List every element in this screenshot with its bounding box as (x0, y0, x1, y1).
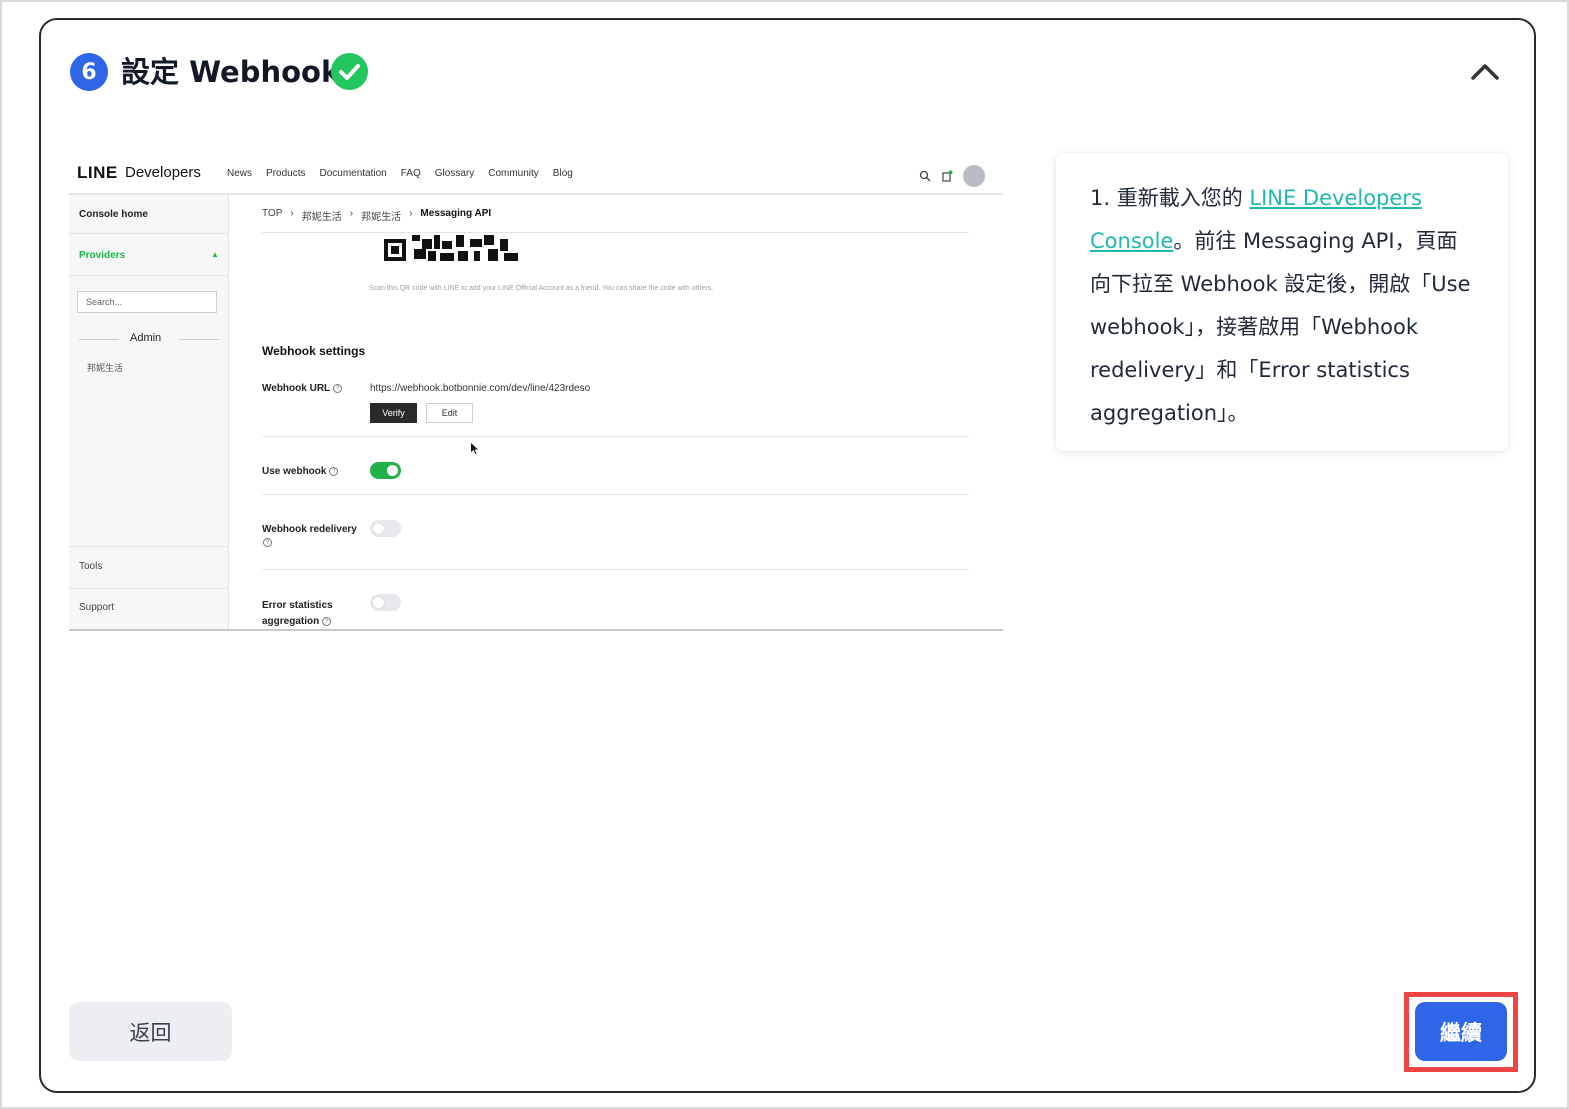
divider (262, 569, 969, 570)
verify-button: Verify (370, 403, 417, 423)
webhook-redelivery-label-text: Webhook redelivery (262, 524, 357, 535)
sidebar-support: Support (79, 602, 115, 613)
divider (79, 339, 119, 340)
error-stats-label-line1: Error statistics (262, 600, 333, 611)
webhook-redelivery-label: Webhook redelivery? (262, 524, 357, 547)
webhook-redelivery-toggle (370, 520, 401, 537)
divider (69, 588, 229, 589)
line-logo: LINE (77, 163, 118, 182)
continue-button[interactable]: 繼續 (1415, 1002, 1507, 1061)
qr-code-image (384, 235, 518, 261)
topbar-icons (919, 165, 985, 187)
breadcrumb-item: TOP (262, 208, 283, 219)
sidebar-console-home: Console home (79, 209, 148, 220)
help-icon: ? (322, 616, 332, 626)
use-webhook-label-text: Use webhook (262, 466, 327, 477)
line-topnav: News Products Documentation FAQ Glossary… (227, 168, 573, 179)
toggle-knob (387, 465, 398, 476)
error-stats-label-line2: aggregation (262, 616, 320, 627)
chevron-right-icon: › (349, 208, 354, 219)
search-icon (919, 170, 931, 182)
webhook-url-value: https://webhook.botbonnie.com/dev/line/4… (370, 383, 591, 394)
sidebar-providers: Providers (79, 250, 126, 261)
avatar (963, 165, 985, 187)
toggle-knob (373, 597, 384, 608)
edit-button: Edit (426, 403, 473, 423)
webhook-url-label: Webhook URL? (262, 383, 343, 394)
chevron-right-icon: › (290, 208, 294, 219)
instruction-prefix: 1. 重新載入您的 (1090, 186, 1250, 210)
nav-community: Community (488, 168, 539, 179)
instruction-panel: 1. 重新載入您的 LINE Developers Console。前往 Mes… (1056, 153, 1508, 451)
use-webhook-label: Use webhook? (262, 466, 339, 477)
sidebar-provider-item: 邦妮生活 (87, 363, 124, 373)
divider (179, 339, 219, 340)
use-webhook-toggle (370, 462, 401, 479)
divider (69, 275, 229, 276)
check-circle-icon (331, 53, 368, 90)
back-button[interactable]: 返回 (69, 1002, 232, 1061)
error-stats-label: Error statistics aggregation? (262, 598, 333, 629)
sidebar-tools: Tools (79, 561, 103, 572)
nav-blog: Blog (552, 168, 573, 179)
divider (69, 233, 229, 234)
sidebar-search-input: Search... (77, 291, 217, 313)
step-number-badge: 6 (70, 53, 108, 91)
cursor-icon (471, 443, 478, 454)
step-title: 設定 Webhook (121, 55, 341, 89)
caret-up-icon: ▲ (211, 250, 219, 259)
error-stats-toggle (370, 594, 401, 611)
line-topbar: LINE Developers News Products Documentat… (69, 155, 1003, 195)
divider (262, 494, 969, 495)
divider (262, 232, 969, 233)
sidebar-admin: Admin (130, 332, 162, 344)
breadcrumb-item: 邦妮生活 (301, 212, 342, 223)
help-icon: ? (263, 538, 272, 547)
line-main-content: TOP › 邦妮生活 › 邦妮生活 › Messaging API Scan t… (229, 195, 1003, 629)
instruction-suffix: 。前往 Messaging API，頁面向下拉至 Webhook 設定後，開啟「… (1090, 229, 1471, 425)
divider (262, 436, 969, 437)
chevron-up-icon[interactable] (1467, 56, 1503, 86)
nav-faq: FAQ (400, 168, 421, 179)
chevron-right-icon: › (409, 208, 413, 219)
webhook-url-label-text: Webhook URL (262, 383, 331, 394)
line-logo-sub: Developers (125, 164, 201, 181)
nav-news: News (227, 168, 253, 179)
breadcrumb-current: Messaging API (420, 208, 492, 219)
help-icon: ? (329, 466, 339, 476)
breadcrumb: TOP › 邦妮生活 › 邦妮生活 › Messaging API (262, 208, 491, 223)
webhook-settings-title: Webhook settings (262, 344, 366, 358)
help-icon: ? (333, 383, 343, 393)
line-console-screenshot: LINE Developers News Products Documentat… (69, 155, 1003, 631)
nav-products: Products (266, 168, 306, 179)
toggle-knob (373, 523, 384, 534)
step-card: 6 設定 Webhook LINE Developers News Produc… (39, 18, 1536, 1093)
notification-icon (942, 170, 953, 182)
nav-glossary: Glossary (434, 168, 475, 179)
breadcrumb-item: 邦妮生活 (361, 212, 402, 223)
qr-caption: Scan this QR code with LINE to add your … (369, 285, 714, 292)
line-sidebar: Console home Providers ▲ Search... Admin… (69, 195, 229, 629)
nav-documentation: Documentation (319, 168, 387, 179)
divider (69, 546, 229, 547)
